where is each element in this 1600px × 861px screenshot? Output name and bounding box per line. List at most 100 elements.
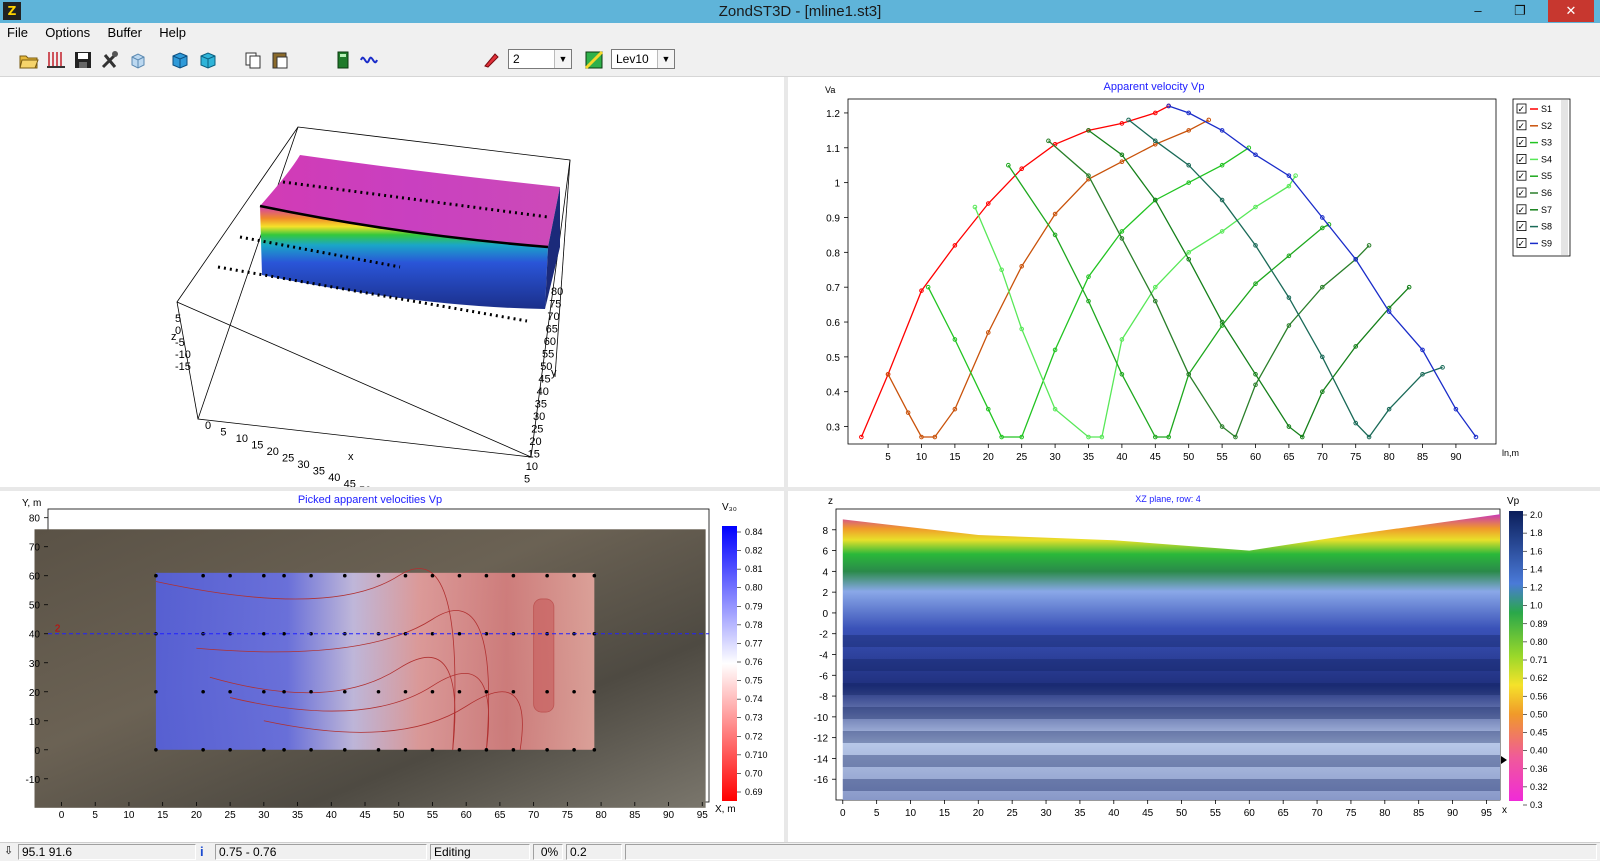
cube-left-icon[interactable] [170,50,190,70]
status-mode: Editing [430,844,530,860]
view3d-canvas[interactable]: 50-5-10-15051015202530354045505560657075… [0,77,784,556]
z-tick-label: 5 [175,313,181,325]
check-icon: ✓ [1518,138,1526,148]
x-tick-label: 50 [359,485,371,487]
y-tick-label: 55 [542,349,554,361]
colorbar-tick-label: 0.84 [745,527,763,537]
picked-point [572,689,576,694]
paste-icon[interactable] [270,50,290,70]
picked-point [262,747,266,752]
menu-file[interactable]: File [0,23,35,42]
legend-label: S2 [1541,121,1552,131]
picked-point [403,573,408,578]
close-button[interactable]: ✕ [1548,0,1594,22]
picked-map-panel[interactable]: Picked apparent velocities Vp Y, m X, m … [0,491,784,842]
picked-point [154,747,158,752]
xz-plane-chart[interactable]: XZ plane, row: 4 z x 0 5 10 15 20 25 30 35 40 45 5… [788,491,1600,842]
chevron-down-icon[interactable]: ▼ [657,50,674,68]
colorbar-tick-label: 0.710 [745,750,768,760]
picked-point [201,747,205,752]
picked-point [572,747,576,752]
picked-point [262,689,266,694]
open-icon[interactable] [19,50,39,70]
y-tick-label: 6 [822,547,828,558]
x-tick-label: 25 [225,810,237,821]
x-tick-label: 95 [1481,808,1493,819]
picked-point [484,573,489,578]
colorbar-tick-label: 0.75 [745,676,763,686]
series-line-s9 [1168,105,1477,438]
x-tick-label: 30 [1050,452,1062,463]
y-tick-label: 75 [549,299,561,311]
colorbar-tick-label: 0.32 [1530,782,1548,792]
check-icon: ✓ [1518,171,1526,181]
picked-map-chart[interactable]: Picked apparent velocities Vp Y, m X, m … [0,491,784,842]
colorbar-pointer-icon[interactable] [1501,756,1507,764]
colorbar-tick-label: 0.82 [745,546,763,556]
save-icon[interactable] [73,50,93,70]
y-tick-label: -6 [819,671,828,682]
title-bar: Z ZondST3D - [mline1.st3] – ❐ ✕ [0,0,1600,23]
colorbar-tick-label: 0.40 [1530,746,1548,756]
legend-scrollbar[interactable] [1561,100,1568,255]
colorbar-tick-label: 0.36 [1530,764,1548,774]
minimize-button[interactable]: – [1458,0,1498,22]
maximize-button[interactable]: ❐ [1500,0,1540,22]
level-combo[interactable]: Lev10 ▼ [611,49,675,69]
source-combo-value: 2 [513,52,520,66]
series-line-s2 [887,119,1210,438]
data-point [1473,434,1479,440]
info-icon: i [200,844,204,859]
y-tick-label: -10 [814,713,829,724]
x-tick-label: 75 [562,810,574,821]
chevron-down-icon[interactable]: ▼ [554,50,571,68]
y-tick-label: 1 [834,179,840,190]
palette-icon[interactable] [584,50,604,70]
marker-icon[interactable] [481,50,501,70]
x-tick-label: 30 [258,810,270,821]
toolbar: 2 ▼ Lev10 ▼ [0,42,1600,77]
x-tick-label: 20 [267,446,279,458]
colorbar-tick-label: 0.80 [1530,637,1548,647]
picked-point [228,747,232,752]
view3d-panel[interactable]: 50-5-10-15051015202530354045505560657075… [0,77,784,556]
picked-point [262,573,266,578]
menu-help[interactable]: Help [152,23,193,42]
tools-icon[interactable] [100,50,120,70]
menu-options[interactable]: Options [38,23,97,42]
y-tick-label: 30 [29,659,41,670]
seismogram-icon[interactable] [46,50,66,70]
x-tick-label: 30 [1040,808,1052,819]
y-axis-label: Va [825,85,835,95]
calculator-icon[interactable] [333,50,353,70]
y-tick-label: 40 [29,630,41,641]
source-combo[interactable]: 2 ▼ [508,49,572,69]
picked-point [403,689,408,694]
menu-buffer[interactable]: Buffer [100,23,148,42]
colorbar-tick-label: 0.76 [745,657,763,667]
cube-icon[interactable] [128,50,148,70]
legend-label: S7 [1541,205,1552,215]
velocity-chart-panel[interactable]: Apparent velocity Vp Va ln,m 5 10 15 20 25 30… [788,77,1600,487]
copy-icon[interactable] [243,50,263,70]
picked-point [511,747,516,752]
colorbar-label: Vp [1507,496,1520,507]
colorbar-tick-label: 0.89 [1530,619,1548,629]
picked-point [309,747,313,752]
x-tick-label: 15 [251,440,263,452]
x-tick-label: 55 [1217,452,1229,463]
velocity-chart[interactable]: Apparent velocity Vp Va ln,m 5 10 15 20 25 30… [788,77,1600,487]
y-tick-label: 0.3 [826,423,840,434]
y-tick-label: 0 [522,486,528,487]
check-icon: ✓ [1518,154,1526,164]
wave-icon[interactable] [360,50,380,70]
x-tick-label: 35 [1083,452,1095,463]
legend-label: S4 [1541,154,1552,164]
picked-point [457,747,462,752]
x-tick-label: 30 [297,459,309,471]
x-tick-label: 55 [1210,808,1222,819]
x-tick-label: 40 [326,810,338,821]
x-tick-label: 40 [1116,452,1128,463]
xz-plane-panel[interactable]: XZ plane, row: 4 z x 0 5 10 15 20 25 30 35 40 45 5… [788,491,1600,842]
cube-right-icon[interactable] [198,50,218,70]
